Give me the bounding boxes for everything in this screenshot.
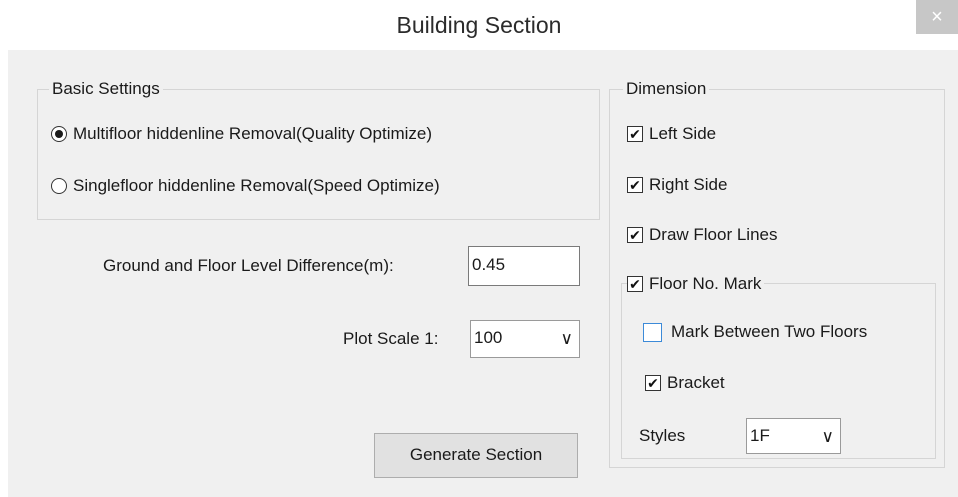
right-side-checkbox[interactable]: ✔ Right Side xyxy=(627,175,727,195)
draw-floor-lines-checkbox[interactable]: ✔ Draw Floor Lines xyxy=(627,225,778,245)
radio-indicator xyxy=(51,126,67,142)
multifloor-radio[interactable]: Multifloor hiddenline Removal(Quality Op… xyxy=(51,124,432,144)
bracket-checkbox[interactable]: ✔ Bracket xyxy=(645,373,725,393)
check-icon: ✔ xyxy=(627,276,643,292)
plot-scale-value: 100 xyxy=(474,328,503,347)
close-button[interactable]: × xyxy=(916,0,958,34)
bracket-label: Bracket xyxy=(667,373,725,392)
plot-scale-label: Plot Scale 1: xyxy=(343,329,439,348)
styles-label: Styles xyxy=(639,426,686,445)
window-frame xyxy=(0,50,8,497)
draw-floor-lines-label: Draw Floor Lines xyxy=(649,225,778,244)
level-difference-label: Ground and Floor Level Difference(m): xyxy=(103,256,394,275)
left-side-label: Left Side xyxy=(649,124,717,143)
check-icon: ✔ xyxy=(627,177,643,193)
multifloor-label: Multifloor hiddenline Removal(Quality Op… xyxy=(73,124,433,143)
dialog-title: Building Section xyxy=(396,12,562,38)
left-side-checkbox[interactable]: ✔ Left Side xyxy=(627,124,716,144)
level-difference-input[interactable]: 0.45 xyxy=(468,246,580,286)
building-section-dialog: Building Section × Basic Settings Multif… xyxy=(0,0,958,497)
mark-between-floors-label: Mark Between Two Floors xyxy=(671,322,868,341)
singlefloor-radio[interactable]: Singlefloor hiddenline Removal(Speed Opt… xyxy=(51,176,440,196)
basic-settings-legend: Basic Settings xyxy=(49,79,163,99)
basic-settings-group: Basic Settings xyxy=(37,79,600,220)
checkbox-box xyxy=(643,322,662,342)
mark-between-floors-checkbox[interactable]: Mark Between Two Floors xyxy=(643,322,867,342)
chevron-down-icon: ∨ xyxy=(821,427,834,446)
styles-select[interactable]: 1F ∨ xyxy=(746,418,841,454)
right-side-label: Right Side xyxy=(649,175,728,194)
floor-no-mark-label: Floor No. Mark xyxy=(649,274,762,293)
dimension-legend: Dimension xyxy=(623,79,710,99)
check-icon: ✔ xyxy=(645,375,661,391)
check-icon: ✔ xyxy=(627,126,643,142)
singlefloor-label: Singlefloor hiddenline Removal(Speed Opt… xyxy=(73,176,440,195)
styles-value: 1F xyxy=(750,426,770,445)
chevron-down-icon: ∨ xyxy=(560,329,573,348)
title-bar: Building Section × xyxy=(0,0,958,50)
floor-no-mark-checkbox[interactable]: ✔ Floor No. Mark xyxy=(627,274,765,294)
close-icon: × xyxy=(931,6,943,28)
generate-section-button[interactable]: Generate Section xyxy=(374,433,578,478)
plot-scale-select[interactable]: 100 ∨ xyxy=(470,320,580,358)
check-icon: ✔ xyxy=(627,227,643,243)
radio-indicator xyxy=(51,178,67,194)
